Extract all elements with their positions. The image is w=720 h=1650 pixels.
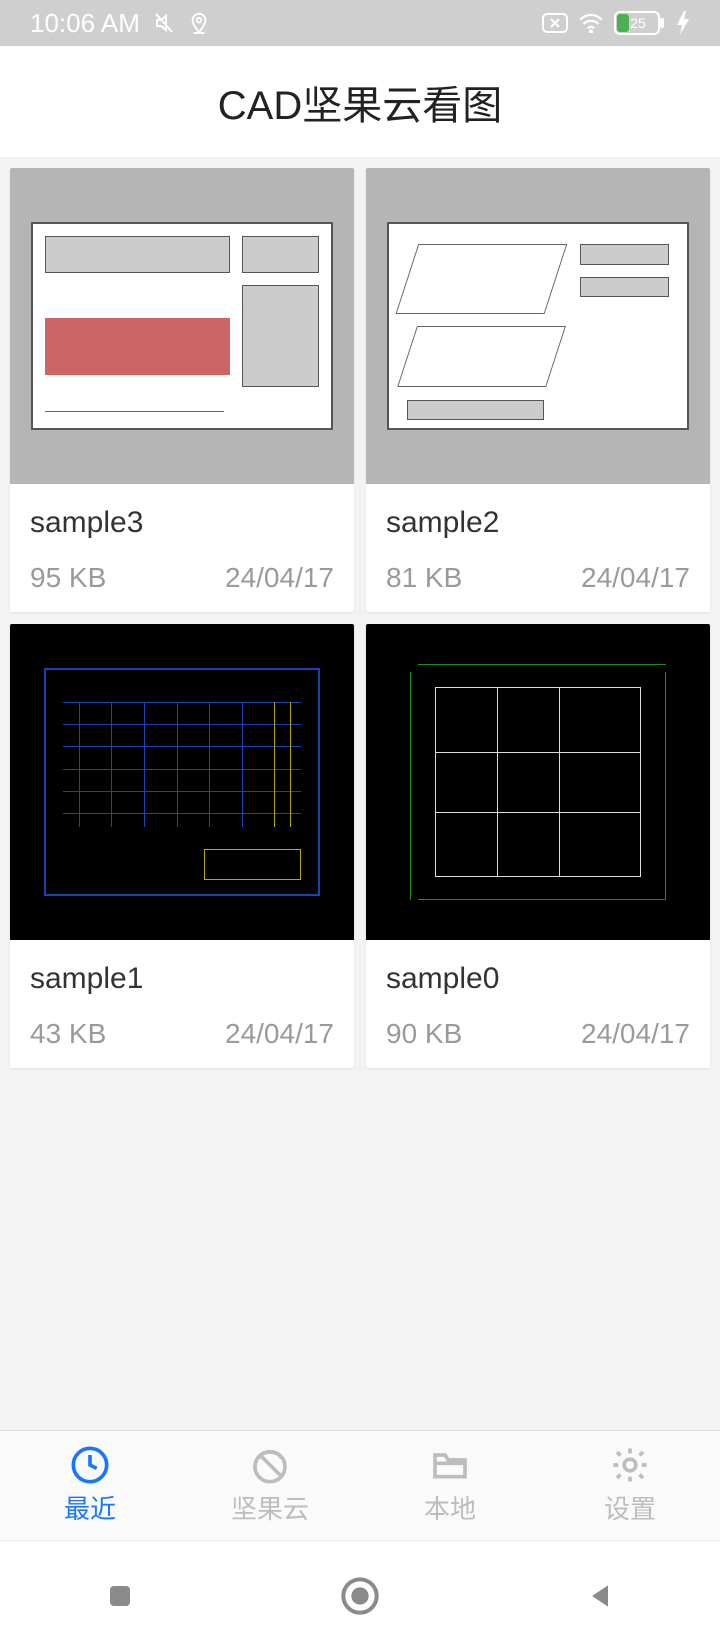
file-meta: sample1 43 KB 24/04/17: [10, 940, 354, 1068]
mute-icon: [152, 11, 176, 35]
file-meta: sample3 95 KB 24/04/17: [10, 484, 354, 612]
status-bar: 10:06 AM: [0, 0, 720, 46]
file-card[interactable]: sample3 95 KB 24/04/17: [10, 168, 354, 612]
file-name: sample3: [30, 506, 334, 540]
file-card[interactable]: sample0 90 KB 24/04/17: [366, 624, 710, 1068]
back-button[interactable]: [578, 1574, 622, 1618]
nav-settings[interactable]: 设置: [540, 1431, 720, 1540]
file-name: sample1: [30, 962, 334, 996]
file-grid: sample3 95 KB 24/04/17 sample2 81 KB 24/…: [0, 158, 720, 1078]
file-date: 24/04/17: [225, 1018, 334, 1050]
clock-icon: [70, 1445, 110, 1485]
battery-icon: 25: [614, 11, 666, 35]
nav-recent[interactable]: 最近: [0, 1431, 180, 1540]
nav-local[interactable]: 本地: [360, 1431, 540, 1540]
wifi-icon: [578, 13, 604, 33]
nav-label: 坚果云: [231, 1489, 309, 1526]
page-title: CAD坚果云看图: [218, 73, 502, 131]
status-left: 10:06 AM: [30, 8, 210, 39]
nav-label: 本地: [424, 1489, 476, 1526]
nav-label: 最近: [64, 1489, 116, 1526]
location-icon: [188, 12, 210, 34]
charging-icon: [676, 11, 690, 35]
file-thumbnail: [10, 168, 354, 484]
file-date: 24/04/17: [225, 562, 334, 594]
system-nav: [0, 1540, 720, 1650]
close-box-icon: [542, 13, 568, 33]
recent-apps-button[interactable]: [98, 1574, 142, 1618]
file-thumbnail: [366, 168, 710, 484]
file-name: sample2: [386, 506, 690, 540]
file-name: sample0: [386, 962, 690, 996]
file-size: 95 KB: [30, 562, 106, 594]
file-meta: sample2 81 KB 24/04/17: [366, 484, 710, 612]
file-thumbnail: [366, 624, 710, 940]
battery-text: 25: [630, 15, 646, 31]
status-right: 25: [542, 11, 690, 35]
home-button[interactable]: [338, 1574, 382, 1618]
folder-icon: [430, 1445, 470, 1485]
file-date: 24/04/17: [581, 562, 690, 594]
file-thumbnail: [10, 624, 354, 940]
file-size: 81 KB: [386, 562, 462, 594]
app-header: CAD坚果云看图: [0, 46, 720, 158]
file-size: 43 KB: [30, 1018, 106, 1050]
status-time: 10:06 AM: [30, 8, 140, 39]
nut-icon: [250, 1445, 290, 1485]
nav-label: 设置: [604, 1489, 656, 1526]
file-size: 90 KB: [386, 1018, 462, 1050]
gear-icon: [610, 1445, 650, 1485]
nav-cloud[interactable]: 坚果云: [180, 1431, 360, 1540]
file-card[interactable]: sample2 81 KB 24/04/17: [366, 168, 710, 612]
bottom-nav: 最近 坚果云 本地 设置: [0, 1430, 720, 1540]
file-meta: sample0 90 KB 24/04/17: [366, 940, 710, 1068]
file-date: 24/04/17: [581, 1018, 690, 1050]
file-card[interactable]: sample1 43 KB 24/04/17: [10, 624, 354, 1068]
